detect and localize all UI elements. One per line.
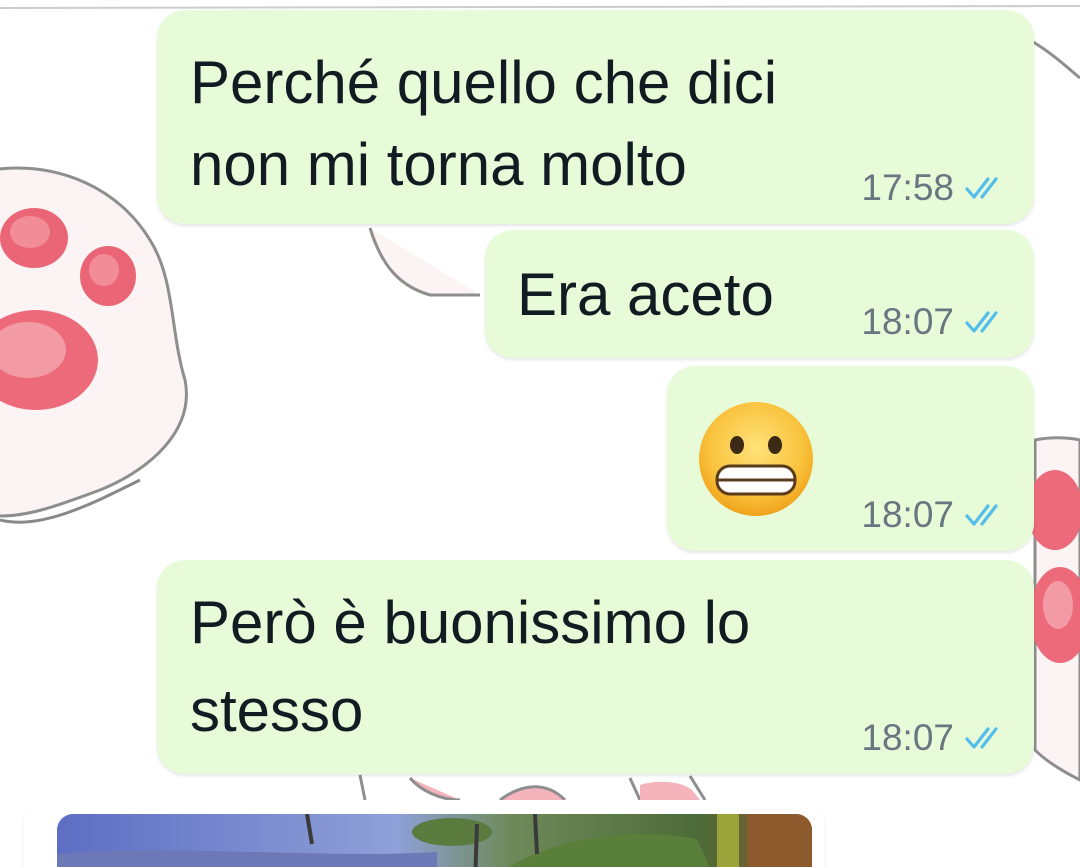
message-time: 18:07 — [861, 494, 954, 535]
paw-drawing-right — [1027, 38, 1080, 782]
message-time: 17:58 — [861, 167, 954, 208]
image-message-thumbnail[interactable] — [57, 814, 812, 867]
outgoing-message-bubble[interactable]: Perché quello che dici non mi torna molt… — [157, 10, 1034, 224]
grimacing-face-emoji — [699, 402, 813, 516]
message-text-line: Perché quello che dici — [190, 49, 778, 116]
paw-drawing-left — [0, 166, 188, 524]
double-check-read-icon — [964, 502, 1004, 528]
message-text-line: non mi torna molto — [190, 131, 687, 198]
outgoing-message-bubble[interactable]: Però è buonissimo lo stesso 18:07 — [157, 560, 1034, 774]
bunny-drawing-middle — [368, 227, 480, 297]
message-text-line: stesso — [190, 677, 364, 744]
message-text-line: Però è buonissimo lo — [190, 589, 751, 656]
message-meta: 18:07 — [861, 302, 1004, 342]
message-meta: 17:58 — [861, 168, 1004, 208]
bunny-ears-bottom — [358, 774, 707, 802]
outgoing-message-bubble[interactable]: 18:07 — [667, 366, 1034, 551]
message-meta: 18:07 — [861, 718, 1004, 758]
photo-preview-image — [57, 814, 812, 867]
message-time: 18:07 — [861, 717, 954, 758]
message-meta: 18:07 — [861, 495, 1004, 535]
double-check-read-icon — [964, 309, 1004, 335]
message-text-line: Era aceto — [517, 261, 774, 328]
message-time: 18:07 — [861, 301, 954, 342]
outgoing-message-bubble[interactable]: Era aceto 18:07 — [485, 230, 1034, 358]
double-check-read-icon — [964, 175, 1004, 201]
double-check-read-icon — [964, 725, 1004, 751]
